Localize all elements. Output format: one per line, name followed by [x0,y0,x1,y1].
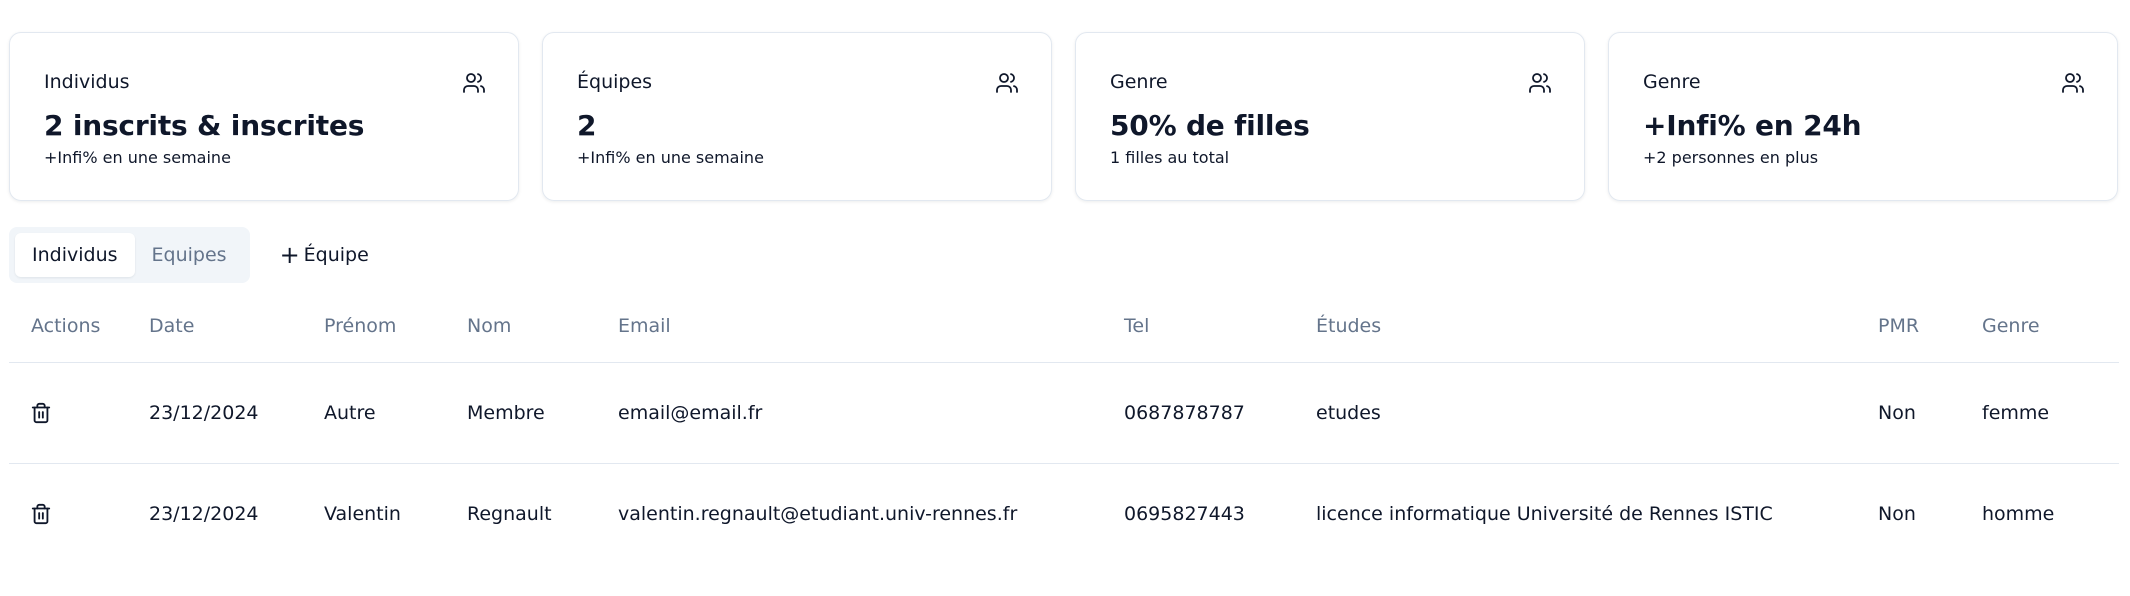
stat-card-individus: Individus 2 inscrits & inscrites +Infi% … [9,32,519,201]
nom-cell: Regnault [467,502,552,525]
header-prenom: Prénom [324,290,467,363]
stat-card-title: Équipes [577,71,653,93]
table-row: 23/12/2024 Valentin Regnault valentin.re… [9,463,2119,564]
tabs-toolbar: Individus Equipes + Équipe [9,227,369,283]
pmr-cell: Non [1878,502,1916,525]
stat-card-title: Genre [1110,71,1168,93]
stat-card-subtitle: +Infi% en une semaine [44,148,231,167]
stat-card-title: Genre [1643,71,1701,93]
genre-cell: homme [1982,502,2055,525]
stat-card-value: 50% de filles [1110,109,1310,142]
header-email: Email [618,290,1124,363]
table-row: 23/12/2024 Autre Membre email@email.fr 0… [9,362,2119,464]
date-cell: 23/12/2024 [149,502,259,525]
stat-card-subtitle: 1 filles au total [1110,148,1230,167]
header-genre: Genre [1982,290,2119,363]
header-pmr: PMR [1878,290,1982,363]
stat-card-equipes: Équipes 2 +Infi% en une semaine [542,32,1052,201]
users-icon [1529,73,1551,93]
email-cell: valentin.regnault@etudiant.univ-rennes.f… [618,502,1018,525]
pmr-cell: Non [1878,362,1982,464]
genre-cell: femme [1982,362,2119,464]
plus-icon: + [279,241,300,269]
table-header-row: Actions Date Prénom Nom Email Tel Études… [9,290,2119,363]
stat-card-value: +Infi% en 24h [1643,109,1862,142]
actions-cell [9,463,149,564]
tel-cell: 0687878787 [1124,362,1316,464]
header-nom: Nom [467,290,618,363]
date-cell: 23/12/2024 [149,362,324,464]
tab-equipes[interactable]: Equipes [135,233,244,277]
users-icon [996,73,1018,93]
actions-cell [9,362,149,464]
etudes-cell: etudes [1316,362,1878,464]
tel-cell: 0695827443 [1124,502,1245,525]
stat-card-subtitle: +Infi% en une semaine [577,148,764,167]
stat-card-value: 2 inscrits & inscrites [44,109,365,142]
prenom-cell: Autre [324,362,467,464]
users-icon [2062,73,2084,93]
stat-card-genre: Genre 50% de filles 1 filles au total [1075,32,1585,201]
email-cell: email@email.fr [618,362,1124,464]
header-date: Date [149,290,324,363]
header-tel: Tel [1124,290,1316,363]
header-etudes: Études [1316,290,1878,363]
header-actions: Actions [9,290,149,363]
stat-card-title: Individus [44,71,130,93]
etudes-cell: licence informatique Université de Renne… [1316,502,1773,525]
registrations-table: Actions Date Prénom Nom Email Tel Études… [9,290,2119,564]
stat-card-value: 2 [577,109,597,142]
add-team-label: Équipe [303,244,369,266]
users-icon [463,73,485,93]
stat-card-genre-24h: Genre +Infi% en 24h +2 personnes en plus [1608,32,2118,201]
add-team-button[interactable]: + Équipe [280,243,369,267]
nom-cell: Membre [467,362,618,464]
stats-cards: Individus 2 inscrits & inscrites +Infi% … [9,32,2118,201]
prenom-cell: Valentin [324,502,401,525]
trash-icon[interactable] [30,503,52,525]
tab-individus[interactable]: Individus [15,233,135,277]
tabs-list: Individus Equipes [9,227,250,283]
stat-card-subtitle: +2 personnes en plus [1643,148,1819,167]
trash-icon[interactable] [30,402,52,424]
